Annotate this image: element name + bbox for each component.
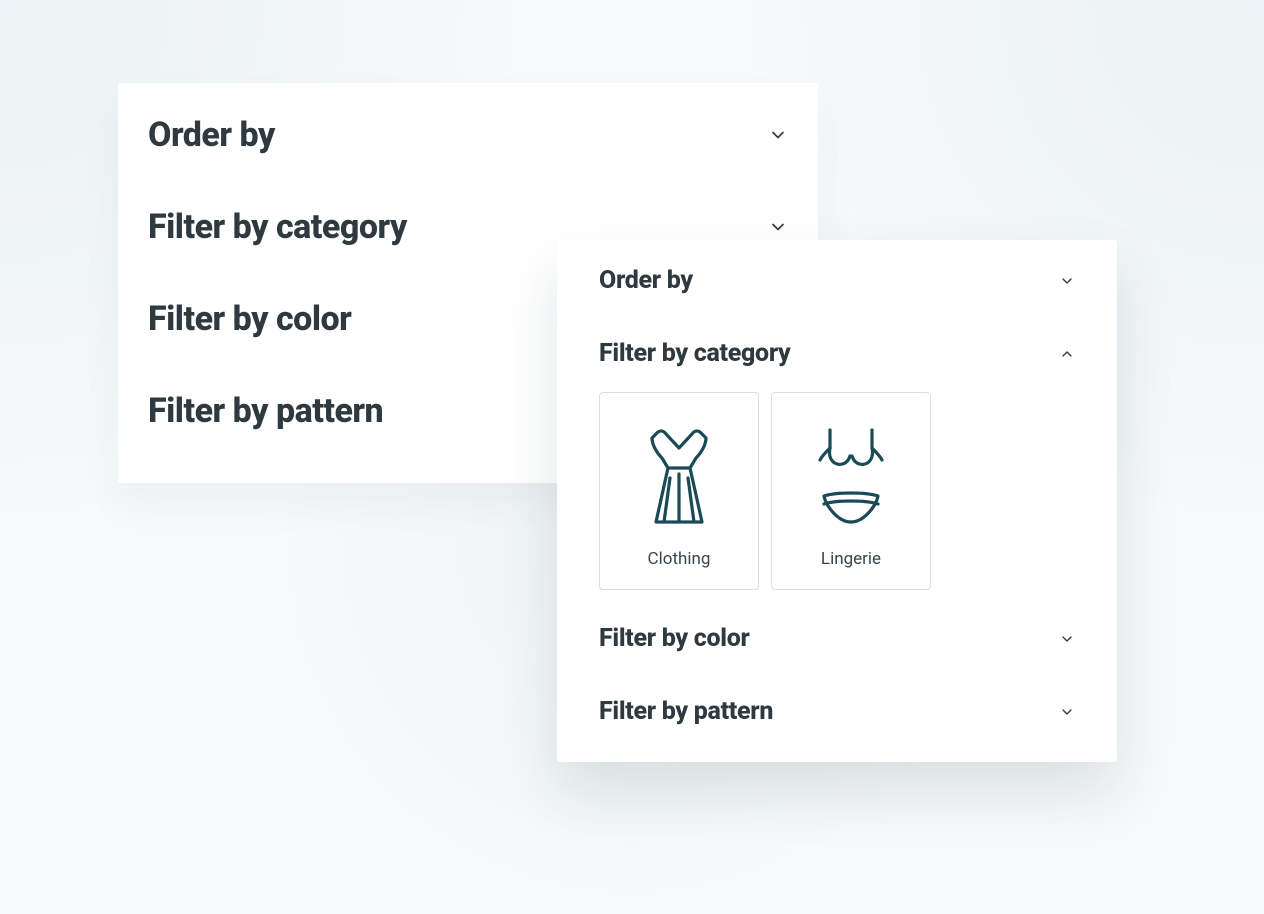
category-option-clothing[interactable]: Clothing [599, 392, 759, 590]
accordion-title: Filter by pattern [148, 391, 383, 431]
accordion-order-by[interactable]: Order by [148, 109, 788, 181]
accordion-order-by[interactable]: Order by [599, 260, 1075, 317]
category-options: Clothing L [599, 390, 1075, 602]
category-option-label: Clothing [648, 543, 711, 575]
lingerie-icon [782, 411, 920, 543]
accordion-title: Filter by pattern [599, 697, 773, 726]
chevron-down-icon [768, 125, 788, 145]
chevron-down-icon [1059, 704, 1075, 720]
chevron-down-icon [768, 217, 788, 237]
accordion-filter-color[interactable]: Filter by color [599, 602, 1075, 675]
accordion-title: Filter by category [148, 207, 407, 247]
accordion-title: Order by [599, 266, 693, 295]
chevron-down-icon [1059, 273, 1075, 289]
accordion-filter-pattern[interactable]: Filter by pattern [599, 675, 1075, 726]
chevron-up-icon [1059, 346, 1075, 362]
filter-panel-expanded: Order by Filter by category Clothing [557, 240, 1117, 762]
accordion-title: Filter by color [148, 299, 351, 339]
clothing-icon [610, 411, 748, 543]
accordion-title: Filter by category [599, 339, 791, 368]
chevron-down-icon [1059, 631, 1075, 647]
category-option-label: Lingerie [821, 543, 881, 575]
category-option-lingerie[interactable]: Lingerie [771, 392, 931, 590]
accordion-title: Order by [148, 115, 275, 155]
accordion-filter-category[interactable]: Filter by category [599, 317, 1075, 390]
accordion-title: Filter by color [599, 624, 750, 653]
